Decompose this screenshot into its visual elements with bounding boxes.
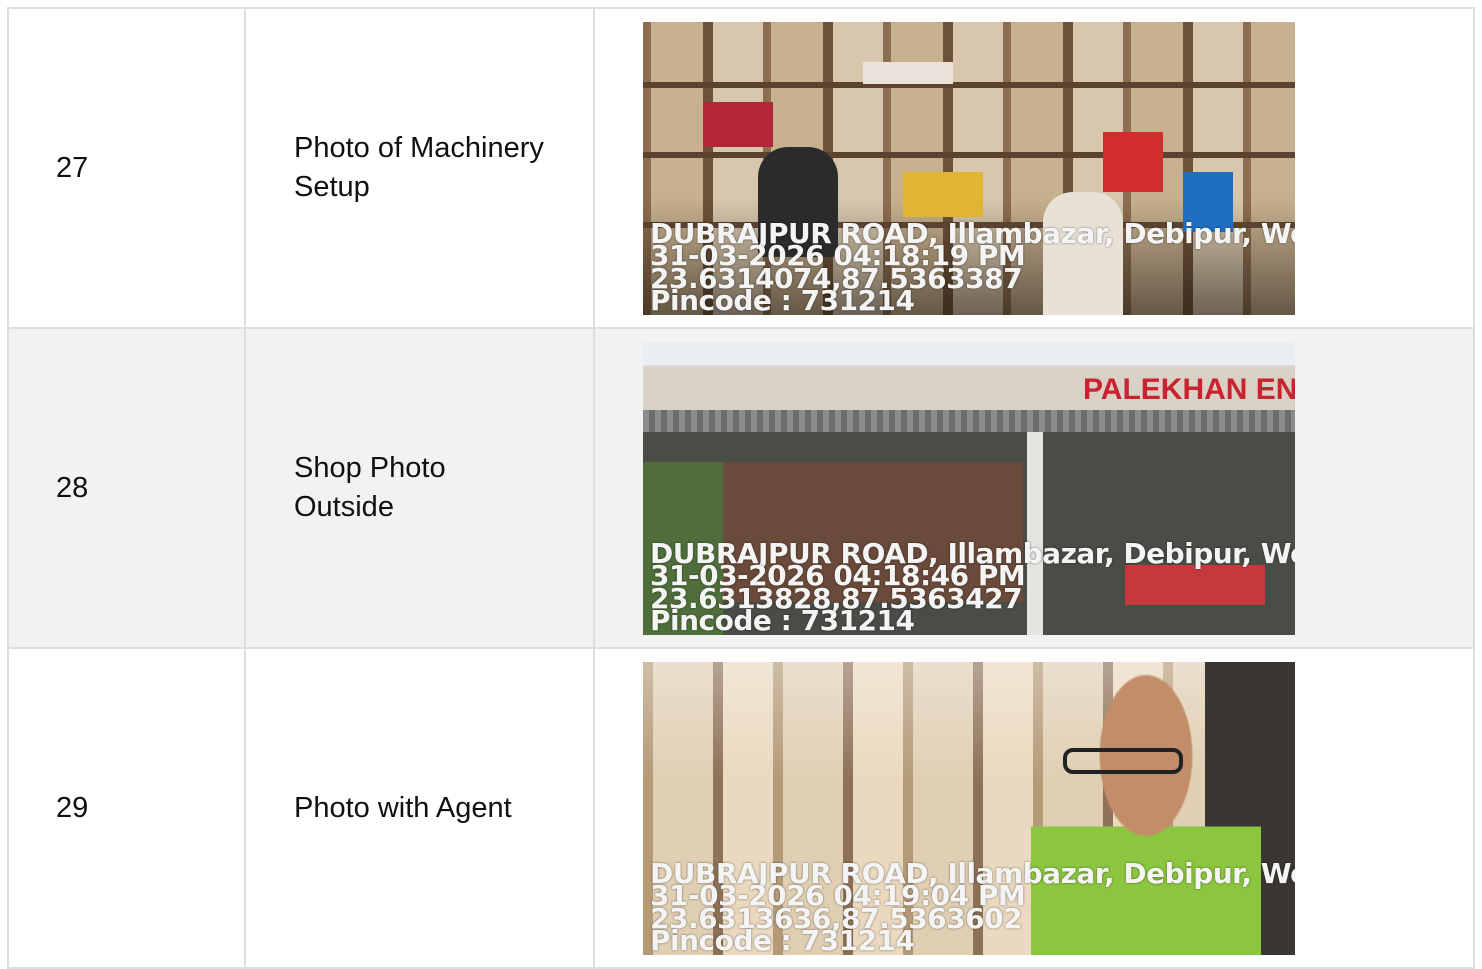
row-photo-cell: DUBRAJPUR ROAD, Illambazar, Debipur, We … bbox=[595, 649, 1475, 969]
row-label-line2: Setup bbox=[294, 171, 370, 203]
machinery-setup-photo[interactable]: DUBRAJPUR ROAD, Illambazar, Debipur, We … bbox=[643, 21, 1295, 315]
shop-outside-photo[interactable]: PALEKHAN ENT DUBRAJPUR ROAD, Illambazar,… bbox=[643, 341, 1295, 635]
row-label: Shop Photo Outside bbox=[246, 329, 595, 649]
row-number: 28 bbox=[9, 329, 246, 649]
agent-photo[interactable]: DUBRAJPUR ROAD, Illambazar, Debipur, We … bbox=[643, 661, 1295, 955]
photo-stamp: DUBRAJPUR ROAD, Illambazar, Debipur, We … bbox=[650, 219, 1295, 314]
row-label-line1: Photo of Machinery bbox=[294, 132, 544, 164]
photo-stamp: DUBRAJPUR ROAD, Illambazar, Debipur, We … bbox=[650, 539, 1295, 634]
table-row: 27 Photo of Machinery Setup DUBRAJPUR RO… bbox=[9, 9, 1475, 329]
shop-sign: PALEKHAN ENT bbox=[643, 369, 1295, 410]
table-row: 29 Photo with Agent DUBRAJPUR ROAD, Illa… bbox=[9, 649, 1475, 969]
row-label: Photo of Machinery Setup bbox=[246, 9, 595, 329]
photo-stamp: DUBRAJPUR ROAD, Illambazar, Debipur, We … bbox=[650, 859, 1295, 954]
row-number: 29 bbox=[9, 649, 246, 969]
row-number: 27 bbox=[9, 9, 246, 329]
row-label-line1: Photo with Agent bbox=[294, 791, 512, 824]
row-label-line2: Outside bbox=[294, 491, 394, 523]
row-label: Photo with Agent bbox=[246, 649, 595, 969]
table-row: 28 Shop Photo Outside PALEKHAN ENT DUBRA… bbox=[9, 329, 1475, 649]
row-photo-cell: PALEKHAN ENT DUBRAJPUR ROAD, Illambazar,… bbox=[595, 329, 1475, 649]
row-photo-cell: DUBRAJPUR ROAD, Illambazar, Debipur, We … bbox=[595, 9, 1475, 329]
photo-table: 27 Photo of Machinery Setup DUBRAJPUR RO… bbox=[7, 7, 1475, 969]
row-label-line1: Shop Photo bbox=[294, 452, 446, 484]
